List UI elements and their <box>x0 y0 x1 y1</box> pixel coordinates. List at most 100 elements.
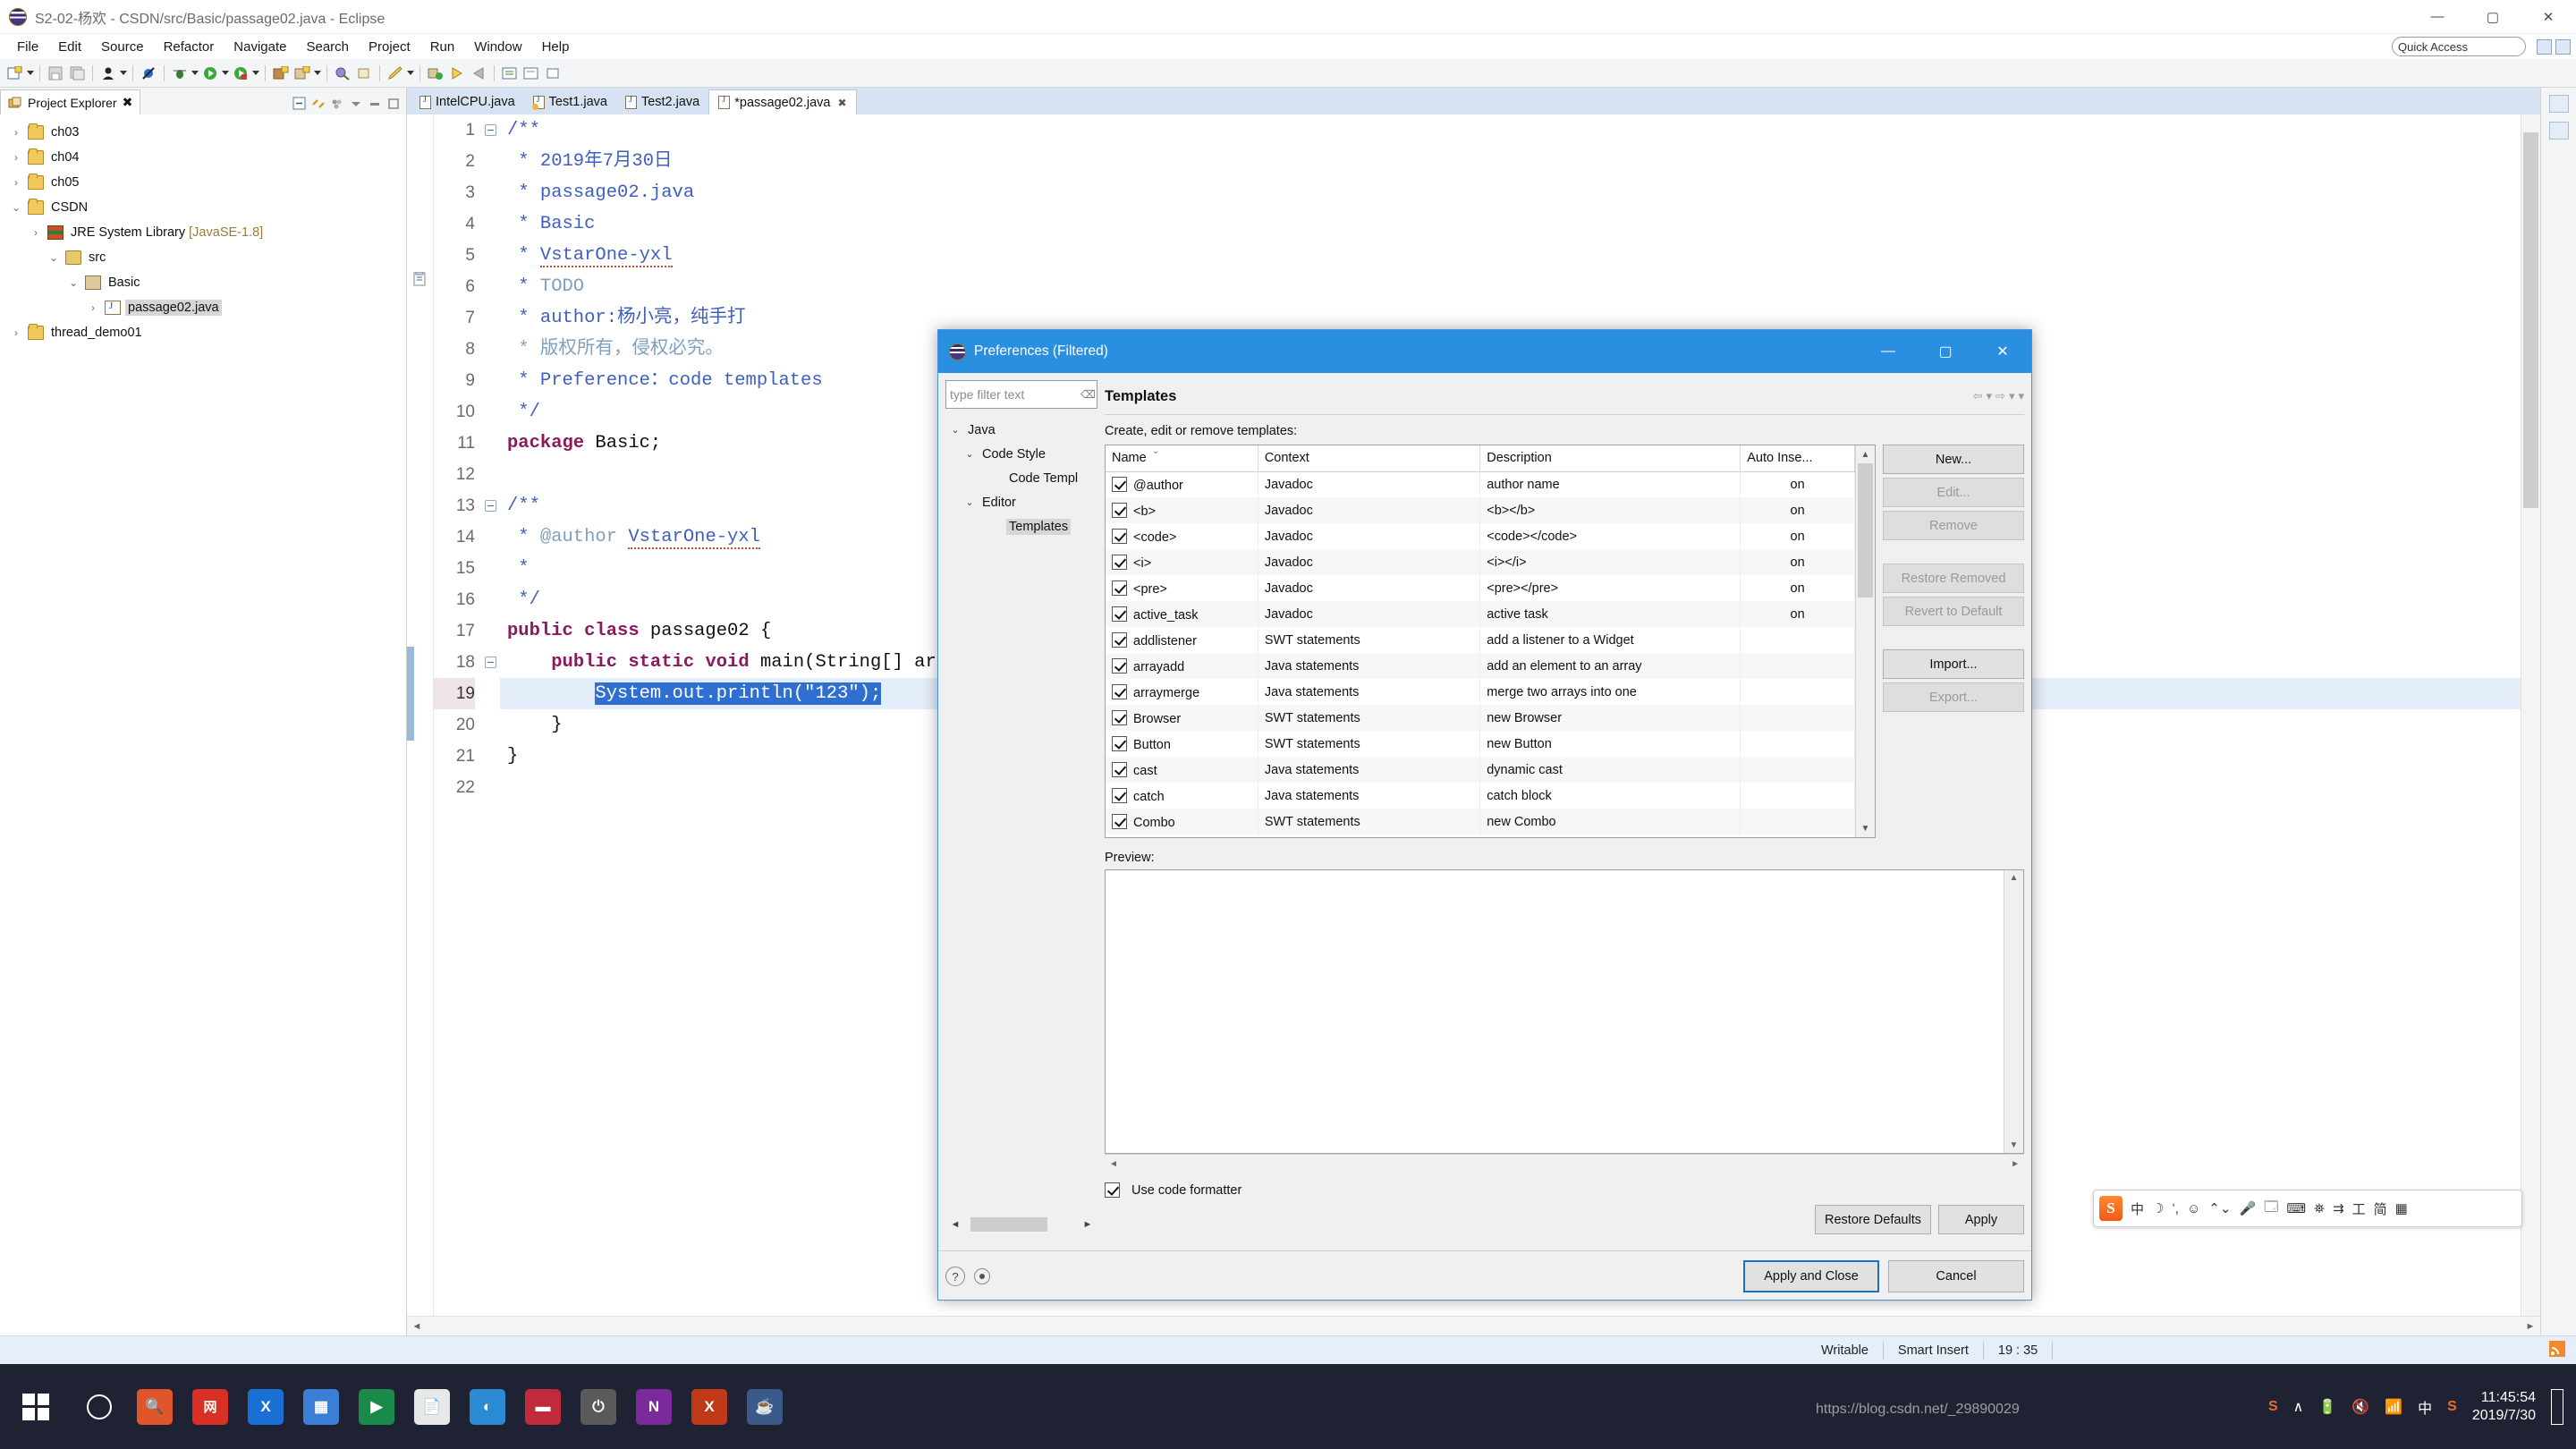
menu-source[interactable]: Source <box>91 38 154 56</box>
expand-arrow-icon[interactable]: › <box>9 151 23 164</box>
column-header-auto-insert[interactable]: Auto Inse... <box>1740 445 1855 472</box>
toggle-block-icon[interactable] <box>521 64 541 82</box>
preview-vertical-scrollbar[interactable]: ▲ ▼ <box>2004 870 2023 1153</box>
cell-name[interactable]: <pre> <box>1106 575 1258 601</box>
show-desktop-button[interactable] <box>2551 1388 2563 1425</box>
collapse-arrow-icon[interactable]: ⌄ <box>963 496 976 508</box>
ime-moon-icon[interactable]: ☽ <box>2152 1200 2164 1216</box>
editor-tab-test1[interactable]: Test1.java <box>523 89 616 114</box>
cell-name[interactable]: @author <box>1106 471 1258 497</box>
new-package-icon[interactable] <box>292 64 312 82</box>
help-icon[interactable]: ? <box>945 1267 965 1286</box>
cell-name[interactable]: arraymerge <box>1106 679 1258 705</box>
scroll-left-icon[interactable]: ◄ <box>407 1321 427 1332</box>
table-row[interactable]: @author Javadoc author name on <box>1106 471 1855 497</box>
tree-node-jre-library[interactable]: › JRE System Library [JavaSE-1.8] <box>4 220 406 245</box>
restore-view-icon[interactable] <box>368 97 382 111</box>
next-annotation-icon[interactable] <box>447 64 467 82</box>
row-checkbox[interactable] <box>1112 528 1127 544</box>
tree-node-basic[interactable]: ⌄ Basic <box>4 270 406 295</box>
edit-dropdown-icon[interactable] <box>407 71 414 75</box>
cell-name[interactable]: Composite <box>1106 835 1258 837</box>
new-wizard-icon[interactable] <box>5 64 25 82</box>
expand-arrow-icon[interactable]: › <box>9 126 23 139</box>
maximize-view-icon[interactable] <box>386 97 401 111</box>
collapse-arrow-icon[interactable]: ⌄ <box>47 251 61 264</box>
menu-search[interactable]: Search <box>296 38 359 56</box>
outline-view-icon[interactable] <box>2548 122 2569 140</box>
scroll-up-icon[interactable]: ▲ <box>1856 445 1875 463</box>
ime-language-icon[interactable]: 中 <box>2131 1199 2144 1218</box>
table-vertical-scrollbar[interactable]: ▲ ▼ <box>1855 445 1875 837</box>
page-menu-icon[interactable]: ▾ <box>2018 389 2024 403</box>
import-button[interactable]: Import... <box>1883 649 2024 679</box>
collapse-arrow-icon[interactable]: ⌄ <box>949 424 962 436</box>
tray-ime-indicator[interactable]: 中 <box>2418 1396 2432 1418</box>
cell-name[interactable]: Combo <box>1106 809 1258 835</box>
menu-edit[interactable]: Edit <box>48 38 91 56</box>
fold-toggle-icon[interactable] <box>485 124 496 136</box>
ime-toolbox-icon[interactable]: ⛯ <box>2314 1201 2325 1216</box>
menu-refactor[interactable]: Refactor <box>154 38 225 56</box>
preferences-tree[interactable]: ⌄ Java ⌄ Code Style Code Templ ⌄ Editor <box>945 409 1097 1215</box>
menu-run[interactable]: Run <box>420 38 465 56</box>
scrollbar-track[interactable] <box>1856 463 1875 819</box>
row-checkbox[interactable] <box>1112 657 1127 674</box>
open-type-icon[interactable] <box>354 64 374 82</box>
row-checkbox[interactable] <box>1112 606 1127 622</box>
tree-node-thread-demo01[interactable]: › thread_demo01 <box>4 320 406 345</box>
expand-arrow-icon[interactable]: › <box>86 301 100 314</box>
project-tree[interactable]: › ch03 › ch04 › ch05 ⌄ CSDN › JRE System… <box>0 114 406 1335</box>
scroll-right-icon[interactable]: ► <box>2521 1321 2540 1332</box>
ime-punctuation-icon[interactable]: ʻ, <box>2172 1201 2179 1216</box>
tree-node-csdn[interactable]: ⌄ CSDN <box>4 195 406 220</box>
tray-network-icon[interactable]: 📶 <box>2385 1398 2402 1416</box>
run-dropdown-icon[interactable] <box>222 71 229 75</box>
tray-volume-muted-icon[interactable]: 🔇 <box>2351 1398 2369 1416</box>
collapse-arrow-icon[interactable]: ⌄ <box>66 276 80 289</box>
person-dropdown-icon[interactable] <box>120 71 127 75</box>
show-outline-icon[interactable] <box>500 64 520 82</box>
cell-name[interactable]: Button <box>1106 731 1258 757</box>
new-template-button[interactable]: New... <box>1883 445 2024 474</box>
use-code-formatter-row[interactable]: Use code formatter <box>1105 1182 2024 1198</box>
nav-horizontal-scrollbar[interactable]: ◄ ► <box>945 1215 1097 1234</box>
cell-name[interactable]: active_task <box>1106 601 1258 627</box>
taskbar-app-power[interactable]: ⏻ <box>571 1364 626 1449</box>
row-checkbox[interactable] <box>1112 554 1127 570</box>
clear-filter-icon[interactable]: ⌫ <box>1080 388 1096 401</box>
collapse-all-icon[interactable] <box>292 97 307 111</box>
column-header-description[interactable]: Description <box>1479 445 1741 472</box>
skip-breakpoints-icon[interactable] <box>139 64 158 82</box>
collapse-arrow-icon[interactable]: ⌄ <box>963 448 976 460</box>
pref-node-java[interactable]: ⌄ Java <box>945 418 1097 442</box>
scroll-right-icon[interactable]: ► <box>2011 1159 2020 1169</box>
table-row[interactable]: Combo SWT statements new Combo <box>1106 809 1855 835</box>
row-checkbox[interactable] <box>1112 580 1127 596</box>
scroll-down-icon[interactable]: ▼ <box>2010 1140 2019 1150</box>
pref-node-editor[interactable]: ⌄ Editor <box>945 490 1097 514</box>
annotation-icon[interactable] <box>426 64 445 82</box>
marker-ruler[interactable] <box>407 114 434 1316</box>
restore-defaults-button[interactable]: Restore Defaults <box>1815 1205 1931 1234</box>
cell-name[interactable]: <code> <box>1106 523 1258 549</box>
expand-arrow-icon[interactable]: › <box>9 176 23 189</box>
tray-expand-icon[interactable]: ∧ <box>2293 1398 2304 1416</box>
editor-tab-intelcpu[interactable]: IntelCPU.java <box>411 89 524 114</box>
sogou-ime-toolbar[interactable]: S 中 ☽ ʻ, ☺ ⌃⌄ 🎤 🗔 ⌨ ⛯ ⇉ 工 简 ▦ <box>2093 1190 2522 1227</box>
column-header-name[interactable]: Name ⌄ <box>1106 445 1258 472</box>
editor-vertical-scrollbar[interactable] <box>2521 114 2540 1316</box>
sogou-logo-icon[interactable]: S <box>2099 1196 2123 1221</box>
menu-navigate[interactable]: Navigate <box>224 38 296 56</box>
templates-table[interactable]: Name ⌄ Context Description Auto Inse... @… <box>1106 445 1855 837</box>
column-header-context[interactable]: Context <box>1258 445 1481 472</box>
maximize-button[interactable]: ▢ <box>2465 0 2521 34</box>
forward-dropdown-icon[interactable]: ▾ <box>2009 389 2015 403</box>
ime-voice-icon[interactable]: 🎤 <box>2239 1200 2256 1216</box>
new-package-dropdown-icon[interactable] <box>314 71 321 75</box>
table-row[interactable]: active_task Javadoc active task on <box>1106 601 1855 627</box>
edit-pencil-icon[interactable] <box>386 64 405 82</box>
ime-keyboard-icon[interactable]: ⌨ <box>2286 1200 2306 1216</box>
ime-symbol-icon[interactable]: ⌃⌄ <box>2208 1200 2231 1216</box>
table-row[interactable]: <pre> Javadoc <pre></pre> on <box>1106 575 1855 601</box>
